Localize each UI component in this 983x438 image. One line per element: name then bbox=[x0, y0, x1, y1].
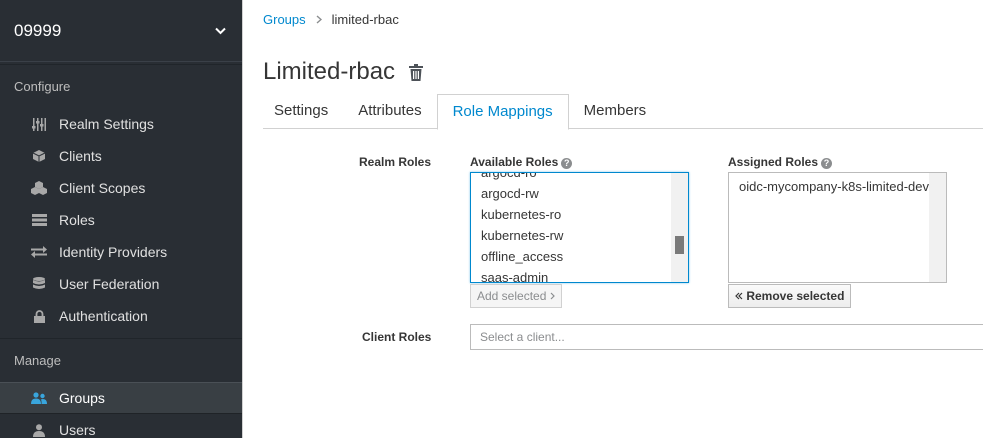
realm-selector[interactable]: 09999 bbox=[0, 0, 242, 62]
breadcrumb: Groups limited-rbac bbox=[263, 12, 399, 27]
list-item[interactable]: offline_access bbox=[471, 246, 671, 267]
available-roles-label: Available Roles bbox=[470, 155, 559, 169]
scrollbar[interactable] bbox=[929, 173, 946, 282]
client-select[interactable]: Select a client... bbox=[470, 324, 983, 350]
available-roles-heading: Available Roles? bbox=[470, 155, 573, 169]
sidebar-item-realm-settings[interactable]: Realm Settings bbox=[0, 108, 242, 140]
scrollbar-thumb[interactable] bbox=[675, 236, 684, 254]
sidebar-item-label: Identity Providers bbox=[59, 244, 168, 260]
client-select-placeholder: Select a client... bbox=[480, 330, 565, 344]
add-selected-button[interactable]: Add selected bbox=[470, 284, 562, 308]
help-icon[interactable]: ? bbox=[561, 158, 573, 169]
chevron-down-icon[interactable] bbox=[215, 23, 226, 38]
list-item[interactable]: kubernetes-ro bbox=[471, 204, 671, 225]
cube-icon bbox=[30, 149, 48, 163]
sidebar-item-user-federation[interactable]: User Federation bbox=[0, 268, 242, 300]
list-item[interactable]: oidc-mycompany-k8s-limited-deve bbox=[729, 176, 929, 197]
list-item[interactable]: saas-admin bbox=[471, 267, 671, 282]
main-content: Groups limited-rbac Limited-rbac Setting… bbox=[242, 0, 983, 438]
sidebar-item-clients[interactable]: Clients bbox=[0, 140, 242, 172]
sidebar-item-roles[interactable]: Roles bbox=[0, 204, 242, 236]
available-roles-listbox[interactable]: argocd-ro argocd-rw kubernetes-ro kubern… bbox=[470, 172, 689, 283]
database-icon bbox=[30, 277, 48, 291]
sidebar-item-label: Client Scopes bbox=[59, 180, 146, 196]
assigned-roles-label: Assigned Roles bbox=[728, 155, 819, 169]
sidebar-item-label: User Federation bbox=[59, 276, 160, 292]
double-chevron-left-icon bbox=[735, 289, 743, 303]
assigned-roles-listbox[interactable]: oidc-mycompany-k8s-limited-deve bbox=[728, 172, 947, 283]
assigned-roles-options: oidc-mycompany-k8s-limited-deve bbox=[729, 176, 929, 197]
page-header: Limited-rbac bbox=[263, 58, 424, 86]
users-icon bbox=[30, 391, 48, 405]
scrollbar[interactable] bbox=[671, 173, 688, 282]
list-icon bbox=[30, 213, 48, 227]
sidebar-item-label: Users bbox=[59, 422, 96, 438]
breadcrumb-current: limited-rbac bbox=[331, 12, 399, 27]
page-title: Limited-rbac bbox=[263, 58, 396, 85]
sidebar-item-label: Realm Settings bbox=[59, 116, 154, 132]
user-icon bbox=[30, 423, 48, 437]
list-item[interactable]: argocd-rw bbox=[471, 183, 671, 204]
help-icon[interactable]: ? bbox=[821, 158, 833, 169]
section-configure: Configure bbox=[0, 64, 242, 108]
sidebar-item-client-scopes[interactable]: Client Scopes bbox=[0, 172, 242, 204]
cubes-icon bbox=[30, 181, 48, 195]
sidebar-item-authentication[interactable]: Authentication bbox=[0, 300, 242, 332]
chevron-right-icon bbox=[316, 13, 322, 27]
sidebar-item-identity-providers[interactable]: Identity Providers bbox=[0, 236, 242, 268]
client-roles-label: Client Roles bbox=[362, 330, 432, 344]
exchange-icon bbox=[30, 245, 48, 259]
tab-attributes[interactable]: Attributes bbox=[343, 94, 436, 129]
list-item[interactable]: kubernetes-rw bbox=[471, 225, 671, 246]
sidebar-item-users[interactable]: Users bbox=[0, 414, 242, 438]
sidebar-item-label: Groups bbox=[59, 390, 105, 406]
lock-icon bbox=[30, 309, 48, 323]
tab-bar: Settings Attributes Role Mappings Member… bbox=[263, 94, 983, 130]
trash-icon[interactable] bbox=[409, 63, 424, 81]
sidebar-item-groups[interactable]: Groups bbox=[0, 382, 242, 414]
sidebar-item-label: Clients bbox=[59, 148, 102, 164]
chevron-right-icon bbox=[550, 289, 555, 303]
tab-members[interactable]: Members bbox=[569, 94, 662, 129]
list-item[interactable]: argocd-ro bbox=[471, 173, 671, 183]
section-manage: Manage bbox=[0, 338, 242, 382]
sliders-icon bbox=[30, 117, 48, 131]
sidebar-item-label: Roles bbox=[59, 212, 95, 228]
tab-settings[interactable]: Settings bbox=[259, 94, 343, 129]
remove-selected-button[interactable]: Remove selected bbox=[728, 284, 852, 308]
available-roles-options: argocd-ro argocd-rw kubernetes-ro kubern… bbox=[471, 173, 671, 282]
breadcrumb-groups-link[interactable]: Groups bbox=[263, 12, 306, 27]
realm-name: 09999 bbox=[14, 20, 62, 40]
sidebar-item-label: Authentication bbox=[59, 308, 148, 324]
realm-roles-label: Realm Roles bbox=[359, 155, 432, 169]
sidebar: 09999 Configure Realm Settings Clients C… bbox=[0, 0, 242, 438]
assigned-roles-heading: Assigned Roles? bbox=[728, 155, 833, 169]
tab-role-mappings[interactable]: Role Mappings bbox=[436, 94, 569, 130]
add-selected-label: Add selected bbox=[477, 289, 547, 303]
remove-selected-label: Remove selected bbox=[746, 289, 845, 303]
